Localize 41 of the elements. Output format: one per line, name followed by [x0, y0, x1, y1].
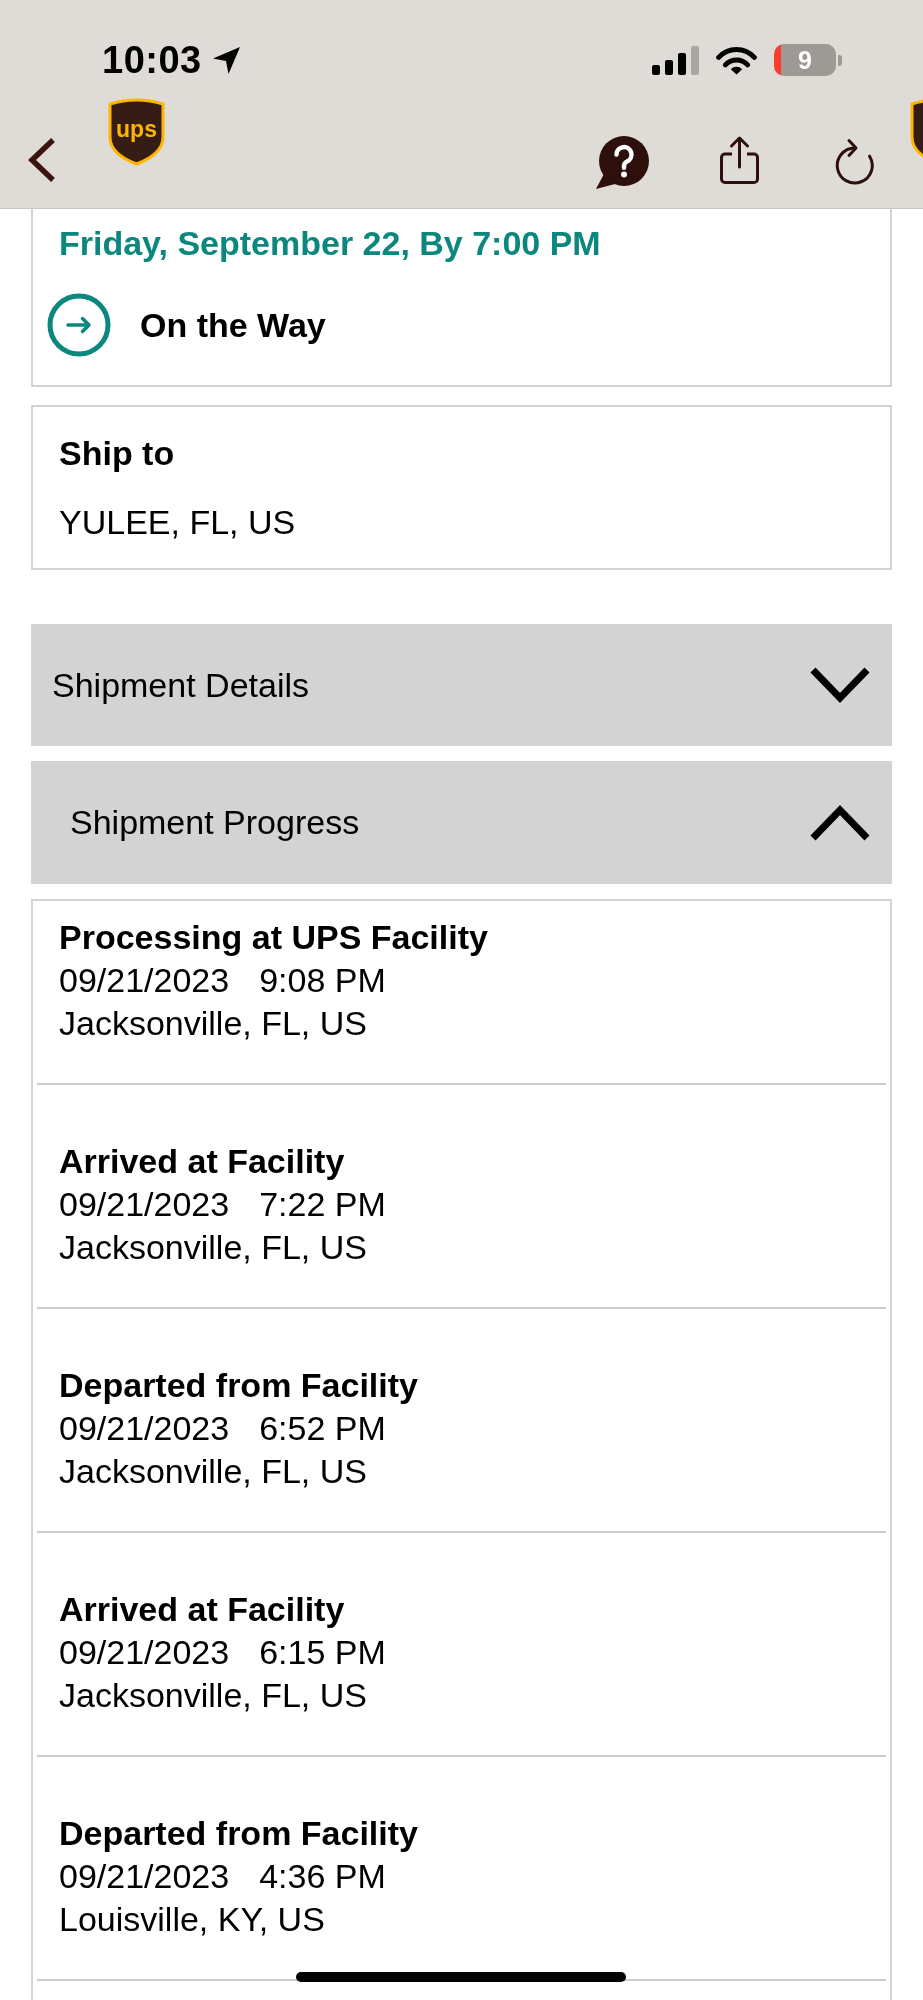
- event-location: Jacksonville, FL, US: [59, 1675, 368, 1716]
- event-location: Jacksonville, FL, US: [59, 1451, 368, 1492]
- event-date: 09/21/2023: [59, 1856, 230, 1897]
- ship-to-address: YULEE, FL, US: [59, 502, 297, 543]
- event-time: 6:52 PM: [259, 1408, 386, 1449]
- event-date: 09/21/2023: [59, 1408, 230, 1449]
- arrow-circle-icon: [47, 293, 111, 357]
- event-time: 4:36 PM: [259, 1856, 386, 1897]
- event-date: 09/21/2023: [59, 1184, 230, 1225]
- event-time: 6:15 PM: [259, 1632, 386, 1673]
- ship-to-label: Ship to: [59, 433, 176, 474]
- event-time: 7:22 PM: [259, 1184, 386, 1225]
- section-header[interactable]: Shipment Details: [31, 624, 892, 746]
- refresh-button[interactable]: [834, 136, 875, 185]
- delivery-date: Friday, September 22, By 7:00 PM: [59, 223, 602, 264]
- delivery-status: On the Way: [140, 304, 326, 346]
- wifi-icon: [716, 45, 757, 75]
- shield-logo: ups: [107, 97, 166, 166]
- event-time: 9:08 PM: [259, 960, 386, 1001]
- share-button[interactable]: [719, 135, 760, 185]
- event-date: 09/21/2023: [59, 960, 230, 1001]
- location-arrow-icon: [211, 45, 241, 75]
- event-title: Arrived at Facility: [59, 1141, 346, 1182]
- chevron-up-icon: [809, 803, 871, 842]
- event-location: Jacksonville, FL, US: [59, 1227, 368, 1268]
- help-button[interactable]: [595, 136, 649, 189]
- event-location: Louisville, KY, US: [59, 1899, 326, 1940]
- event-title: Processing at UPS Facility: [59, 917, 489, 958]
- chevron-down-icon: [809, 666, 871, 704]
- event-date: 09/21/2023: [59, 1632, 230, 1673]
- section-header[interactable]: Shipment Progress: [31, 761, 892, 884]
- event-title: Arrived at Facility: [59, 1589, 346, 1630]
- refresh-icon: [834, 136, 875, 185]
- event-location: Jacksonville, FL, US: [59, 1003, 368, 1044]
- battery-level: 9: [774, 44, 836, 76]
- event-title: Departed from Facility: [59, 1365, 419, 1406]
- status-time: 10:03: [102, 41, 202, 79]
- help-icon: [595, 136, 649, 189]
- event-title: Departed from Facility: [59, 1813, 419, 1854]
- share-icon: [719, 135, 760, 185]
- signal-icon: [652, 45, 699, 75]
